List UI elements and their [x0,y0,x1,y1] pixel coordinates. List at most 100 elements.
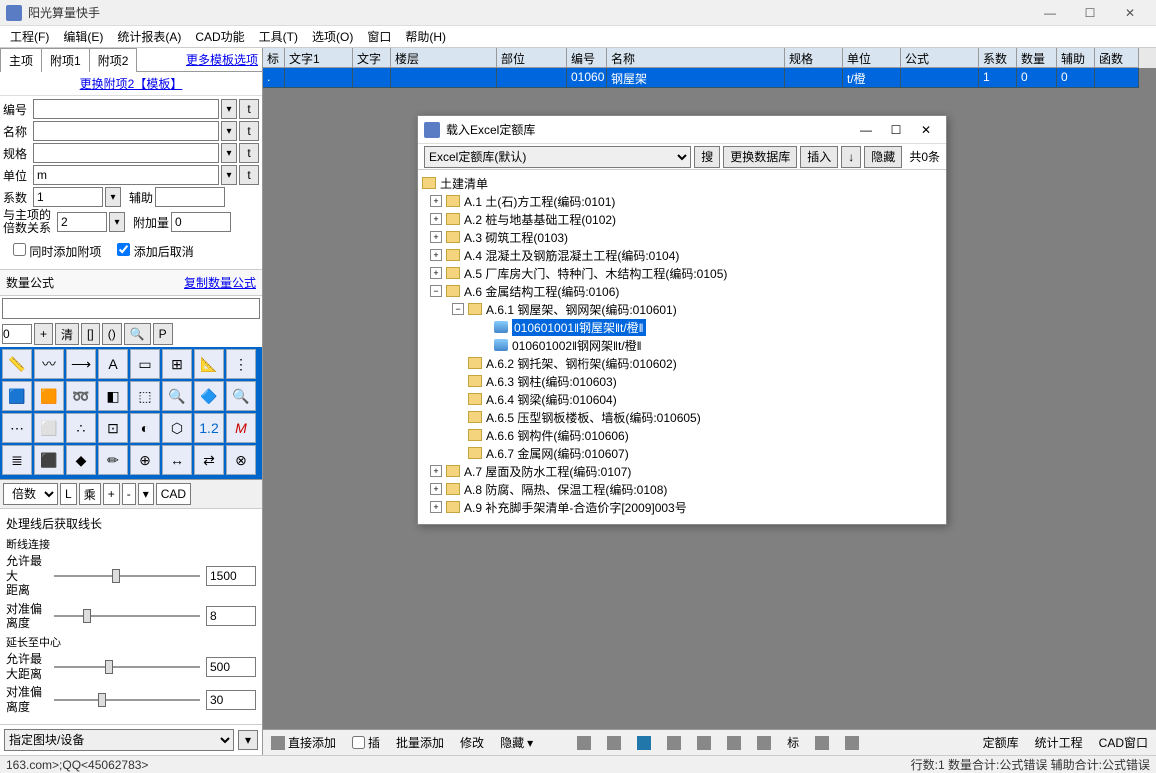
copy-formula-link[interactable]: 复制数量公式 [184,274,256,291]
block-btn[interactable]: ▾ [238,730,258,750]
aux-input[interactable] [155,187,225,207]
tool-18[interactable]: ⬜ [34,413,64,443]
bt-icon-4[interactable] [663,734,685,752]
tool-3[interactable]: ⟶ [66,349,96,379]
align-input[interactable] [206,606,256,626]
bt-icon-1[interactable] [573,734,595,752]
name-input[interactable] [33,121,219,141]
tool-15[interactable]: 🔷 [194,381,224,411]
paren-button[interactable]: () [102,323,122,345]
rel-dropdown[interactable]: ▾ [109,212,125,232]
tool-28[interactable]: ✏ [98,445,128,475]
extalign-slider[interactable] [54,690,200,710]
tool-25[interactable]: ≣ [2,445,32,475]
menu-report[interactable]: 统计报表(A) [111,26,187,47]
bt-direct-add[interactable]: 直接添加 [267,732,340,753]
menu-window[interactable]: 窗口 [361,26,397,47]
menu-tools[interactable]: 工具(T) [253,26,304,47]
dd2-button[interactable]: ▾ [138,483,154,505]
name-t-button[interactable]: t [239,121,259,141]
extalign-input[interactable] [206,690,256,710]
quota-tree[interactable]: 土建清单 +A.1 土(石)方工程(编码:0101) +A.2 桩与地基基础工程… [418,170,946,524]
tool-32[interactable]: ⊗ [226,445,256,475]
bt-icon-9[interactable] [841,734,863,752]
bt-mark[interactable]: 标 [783,732,803,753]
tab-main[interactable]: 主项 [0,48,42,72]
tool-19[interactable]: ∴ [66,413,96,443]
tool-11[interactable]: ➿ [66,381,96,411]
bt-icon-2[interactable] [603,734,625,752]
close-button[interactable]: ✕ [1110,2,1150,24]
tool-30[interactable]: ↔ [162,445,192,475]
tool-1[interactable]: 📏 [2,349,32,379]
cad-button[interactable]: CAD [156,483,191,505]
unit-input[interactable] [33,165,219,185]
tool-8[interactable]: ⋮ [226,349,256,379]
tool-12[interactable]: ◧ [98,381,128,411]
chk-cancel-after[interactable]: 添加后取消 [117,243,193,260]
minus-button[interactable]: - [122,483,136,505]
more-templates-link[interactable]: 更多模板选项 [186,51,258,68]
minimize-button[interactable]: ― [1030,2,1070,24]
dlg-search-button[interactable]: 搜 [694,146,720,168]
p-button[interactable]: P [153,323,173,345]
tool-23[interactable]: 1.2 [194,413,224,443]
tool-16[interactable]: 🔍 [226,381,256,411]
dlg-close[interactable]: ✕ [912,120,940,140]
mul-button[interactable]: 乘 [79,483,101,505]
dlg-insert-button[interactable]: 插入 [800,146,838,168]
L-button[interactable]: L [60,483,77,505]
tool-5[interactable]: ▭ [130,349,160,379]
expand-icon[interactable]: + [430,195,442,207]
dlg-minimize[interactable]: ― [852,120,880,140]
maxdist-slider[interactable] [54,566,200,586]
bt-cad-window[interactable]: CAD窗口 [1095,732,1152,753]
tool-20[interactable]: ⊡ [98,413,128,443]
bracket-button[interactable]: [] [81,323,100,345]
menu-edit[interactable]: 编辑(E) [57,26,109,47]
align-slider[interactable] [54,606,200,626]
code-input[interactable] [33,99,219,119]
tool-24[interactable]: M [226,413,256,443]
plus-button[interactable]: + [34,323,53,345]
menu-cad[interactable]: CAD功能 [189,26,250,47]
tool-4[interactable]: A [98,349,128,379]
plus2-button[interactable]: + [103,483,120,505]
change-template-link[interactable]: 更换附项2【模板】 [0,72,262,96]
extmax-slider[interactable] [54,657,200,677]
code-dropdown[interactable]: ▾ [221,99,237,119]
bt-icon-6[interactable] [723,734,745,752]
bt-stat-project[interactable]: 统计工程 [1031,732,1087,753]
bt-icon-8[interactable] [811,734,833,752]
val-input[interactable] [2,324,32,344]
spec-dropdown[interactable]: ▾ [221,143,237,163]
block-select[interactable]: 指定图块/设备 [4,729,234,751]
mult-select[interactable]: 倍数 [3,483,58,505]
tool-29[interactable]: ⊕ [130,445,160,475]
menu-project[interactable]: 工程(F) [4,26,55,47]
menu-options[interactable]: 选项(O) [306,26,359,47]
dlg-hide-button[interactable]: 隐藏 [864,146,902,168]
clear-button[interactable]: 清 [55,323,79,345]
tool-10[interactable]: 🟧 [34,381,64,411]
bt-icon-3[interactable] [633,734,655,752]
bt-insert[interactable]: 插 [348,732,384,753]
tool-6[interactable]: ⊞ [162,349,192,379]
tool-22[interactable]: ⬡ [162,413,192,443]
unit-dropdown[interactable]: ▾ [221,165,237,185]
tool-26[interactable]: ⬛ [34,445,64,475]
dlg-maximize[interactable]: ☐ [882,120,910,140]
tool-27[interactable]: ◆ [66,445,96,475]
name-dropdown[interactable]: ▾ [221,121,237,141]
tool-21[interactable]: ◐ [130,413,160,443]
coef-dropdown[interactable]: ▾ [105,187,121,207]
bt-modify[interactable]: 修改 [456,732,488,753]
grid-row[interactable]: .01060钢屋架t/橙100 [263,68,1156,88]
tool-17[interactable]: ⋯ [2,413,32,443]
extmax-input[interactable] [206,657,256,677]
add-input[interactable] [171,212,231,232]
code-t-button[interactable]: t [239,99,259,119]
maxdist-input[interactable] [206,566,256,586]
bt-icon-7[interactable] [753,734,775,752]
dlg-down-button[interactable]: ↓ [841,146,861,168]
